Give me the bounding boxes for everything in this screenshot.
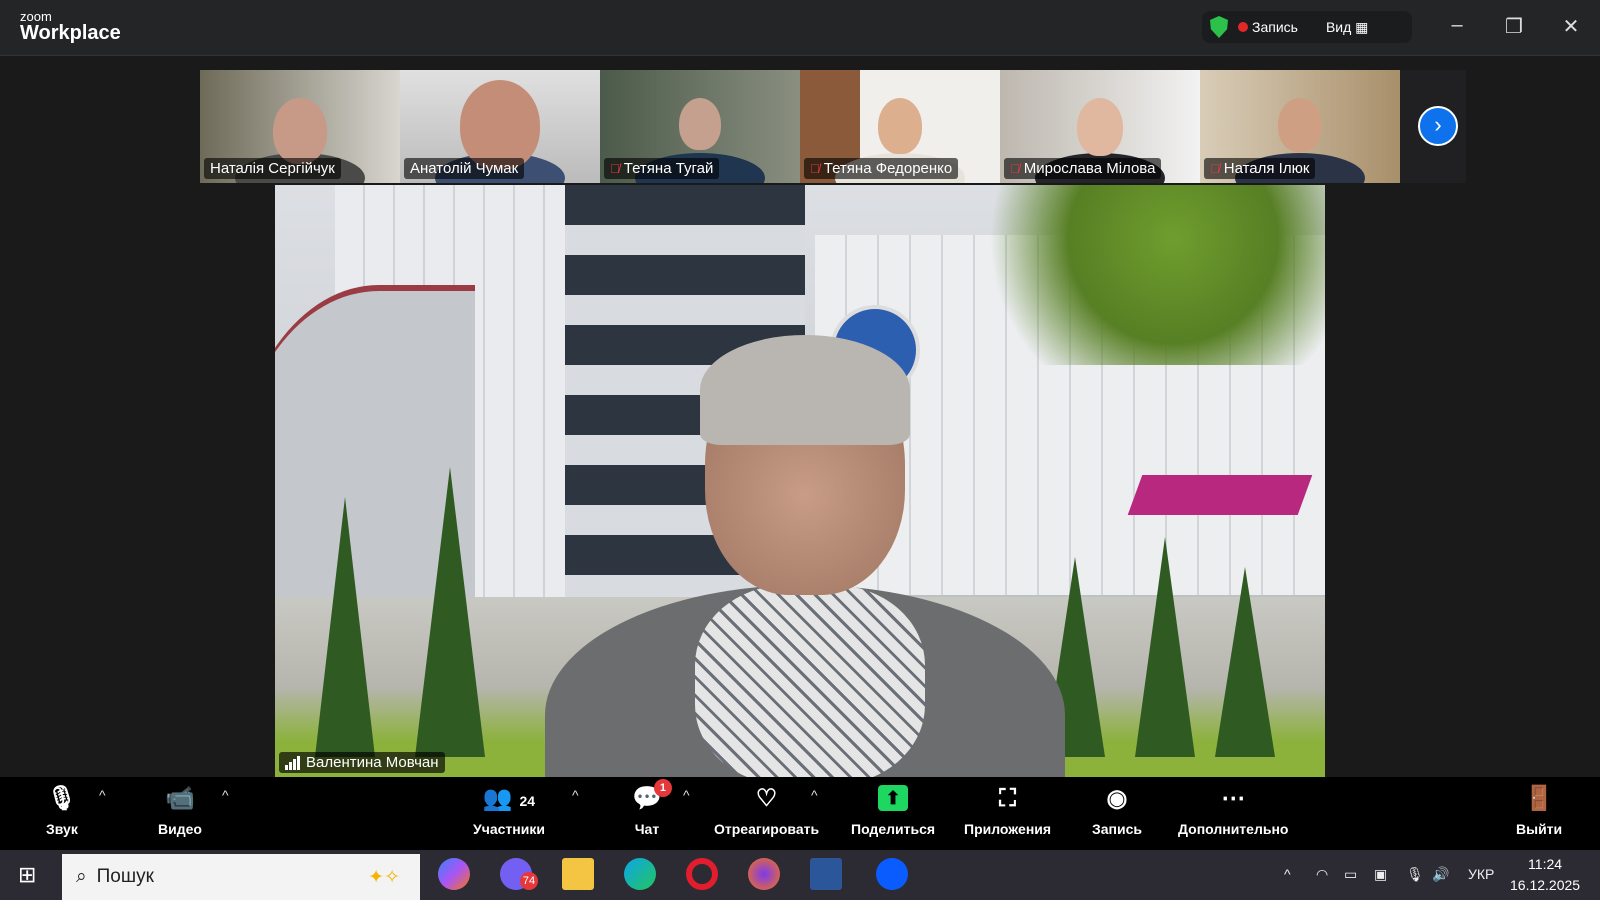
word-icon[interactable] — [810, 858, 842, 890]
awning — [1127, 475, 1313, 515]
battery-icon[interactable]: ▭ — [1344, 866, 1357, 883]
language-indicator[interactable]: УКР — [1468, 866, 1494, 882]
security-shield-icon[interactable] — [1210, 16, 1228, 38]
windows-start-icon[interactable]: ⊞ — [18, 862, 36, 888]
participants-button[interactable]: 👥 24 Участники — [473, 785, 545, 837]
leave-button[interactable]: 🚪 Выйти — [1516, 785, 1562, 837]
close-button[interactable]: ✕ — [1556, 14, 1586, 39]
mic-tray-icon[interactable]: 🎙 — [1406, 866, 1424, 883]
edge-icon[interactable] — [624, 858, 656, 890]
audio-options-caret[interactable]: ^ — [99, 787, 106, 803]
zoom-taskbar-icon[interactable] — [876, 858, 908, 890]
apps-icon: ⛶ — [999, 785, 1016, 812]
participants-icon: 👥 — [482, 785, 513, 812]
search-icon: ⌕ — [76, 866, 87, 887]
taskbar-search[interactable]: ⌕ Пошук ✦✧ — [62, 854, 420, 900]
chat-badge: 1 — [653, 779, 672, 797]
viber-icon[interactable]: 74 — [500, 858, 538, 890]
muted-mic-icon: 🎙̸ — [610, 161, 620, 176]
record-dot-icon — [1238, 22, 1248, 32]
restore-button[interactable]: ❐ — [1499, 14, 1529, 39]
participant-strip: Наталія Сергійчук Анатолій Чумак 🎙̸ Тетян… — [200, 70, 1400, 183]
meeting-status-bar: Запись Вид ▦ — [1202, 11, 1412, 43]
sparkle-icon: ✦✧ — [368, 866, 400, 888]
opera-icon[interactable] — [686, 858, 718, 890]
viber-badge: 74 — [520, 872, 538, 890]
minimize-button[interactable]: – — [1442, 14, 1472, 37]
clock[interactable]: 11:24 16.12.2025 — [1510, 854, 1580, 896]
record-icon: ◉ — [1106, 785, 1128, 812]
file-explorer-icon[interactable] — [562, 858, 594, 890]
react-options-caret[interactable]: ^ — [811, 787, 818, 803]
grid-icon: ▦ — [1355, 18, 1369, 35]
react-button[interactable]: ♡ Отреагировать — [714, 785, 819, 837]
leave-door-icon: 🚪 — [1524, 785, 1555, 812]
participant-name: Мирослава Мілова — [1023, 160, 1156, 177]
participant-tile[interactable]: 🎙̸ Тетяна Федоренко — [800, 70, 1000, 183]
copilot-icon[interactable] — [438, 858, 470, 890]
heart-icon: ♡ — [755, 785, 778, 812]
microphone-icon: 🎙 — [46, 785, 78, 812]
participant-tile[interactable]: 🎙̸ Тетяна Тугай — [600, 70, 800, 183]
participant-tile[interactable]: Наталія Сергійчук — [200, 70, 400, 183]
muted-mic-icon: 🎙̸ — [810, 161, 820, 176]
tree-foliage — [945, 185, 1325, 365]
volume-icon[interactable]: 🔊 — [1432, 866, 1449, 883]
chat-button[interactable]: 💬 1 Чат — [632, 779, 672, 837]
participants-options-caret[interactable]: ^ — [572, 787, 579, 803]
participant-name: Наталя Ілюк — [1223, 160, 1310, 177]
video-button[interactable]: 📹 Видео — [158, 785, 202, 837]
participant-name: Тетяна Федоренко — [823, 160, 953, 177]
participant-tile[interactable]: 🎙̸ Мирослава Мілова — [1000, 70, 1200, 183]
more-button[interactable]: ⋯ Дополнительно — [1178, 785, 1288, 837]
signal-bars-icon — [285, 755, 300, 770]
share-arrow-icon: ⬆ — [878, 785, 909, 811]
apps-button[interactable]: ⛶ Приложения — [964, 785, 1051, 837]
share-button[interactable]: ⬆ Поделиться — [851, 785, 935, 837]
wifi-icon[interactable]: ◠ — [1316, 866, 1328, 883]
video-camera-icon: 📹 — [165, 785, 195, 812]
recording-indicator[interactable]: Запись — [1238, 19, 1298, 35]
windows-taskbar: ⊞ ⌕ Пошук ✦✧ 74 ^ ◠ ▭ ▣ 🎙 🔊 УКР 11:24 16.12… — [0, 850, 1600, 900]
muted-mic-icon: 🎙̸ — [1010, 161, 1020, 176]
tray-overflow-icon[interactable]: ^ — [1284, 866, 1291, 882]
meeting-toolbar: 🎙 Звук ^ 📹 Видео ^ 👥 24 Участники ^ 💬 1 Чат ^… — [0, 777, 1600, 850]
firefox-icon[interactable] — [748, 858, 780, 890]
speaker-hair — [700, 335, 910, 445]
muted-mic-icon: 🎙̸ — [1210, 161, 1220, 176]
participant-tile[interactable]: Анатолій Чумак — [400, 70, 600, 183]
zoom-logo: zoom Workplace — [20, 9, 121, 44]
record-button[interactable]: ◉ Запись — [1092, 785, 1142, 837]
speaker-name: Валентина Мовчан — [306, 754, 439, 771]
participant-name: Анатолій Чумак — [410, 160, 519, 177]
participant-name: Наталія Сергійчук — [210, 160, 335, 177]
speaker-scarf — [695, 585, 925, 777]
more-dots-icon: ⋯ — [1221, 785, 1246, 812]
active-speaker-video: Валентина Мовчан — [275, 185, 1325, 777]
speaker-label: Валентина Мовчан — [279, 752, 445, 773]
video-options-caret[interactable]: ^ — [222, 787, 229, 803]
audio-button[interactable]: 🎙 Звук — [46, 785, 78, 837]
participant-name: Тетяна Тугай — [623, 160, 714, 177]
chat-options-caret[interactable]: ^ — [683, 787, 690, 803]
device-icon[interactable]: ▣ — [1374, 866, 1387, 883]
participant-tile[interactable]: 🎙̸ Наталя Ілюк — [1200, 70, 1400, 183]
view-button[interactable]: Вид ▦ — [1326, 19, 1368, 36]
title-bar: zoom Workplace Запись Вид ▦ – ❐ ✕ — [0, 0, 1600, 56]
next-page-button[interactable]: › — [1418, 106, 1458, 146]
chat-icon: 💬 1 — [632, 779, 672, 813]
chevron-right-icon: › — [1434, 112, 1442, 137]
